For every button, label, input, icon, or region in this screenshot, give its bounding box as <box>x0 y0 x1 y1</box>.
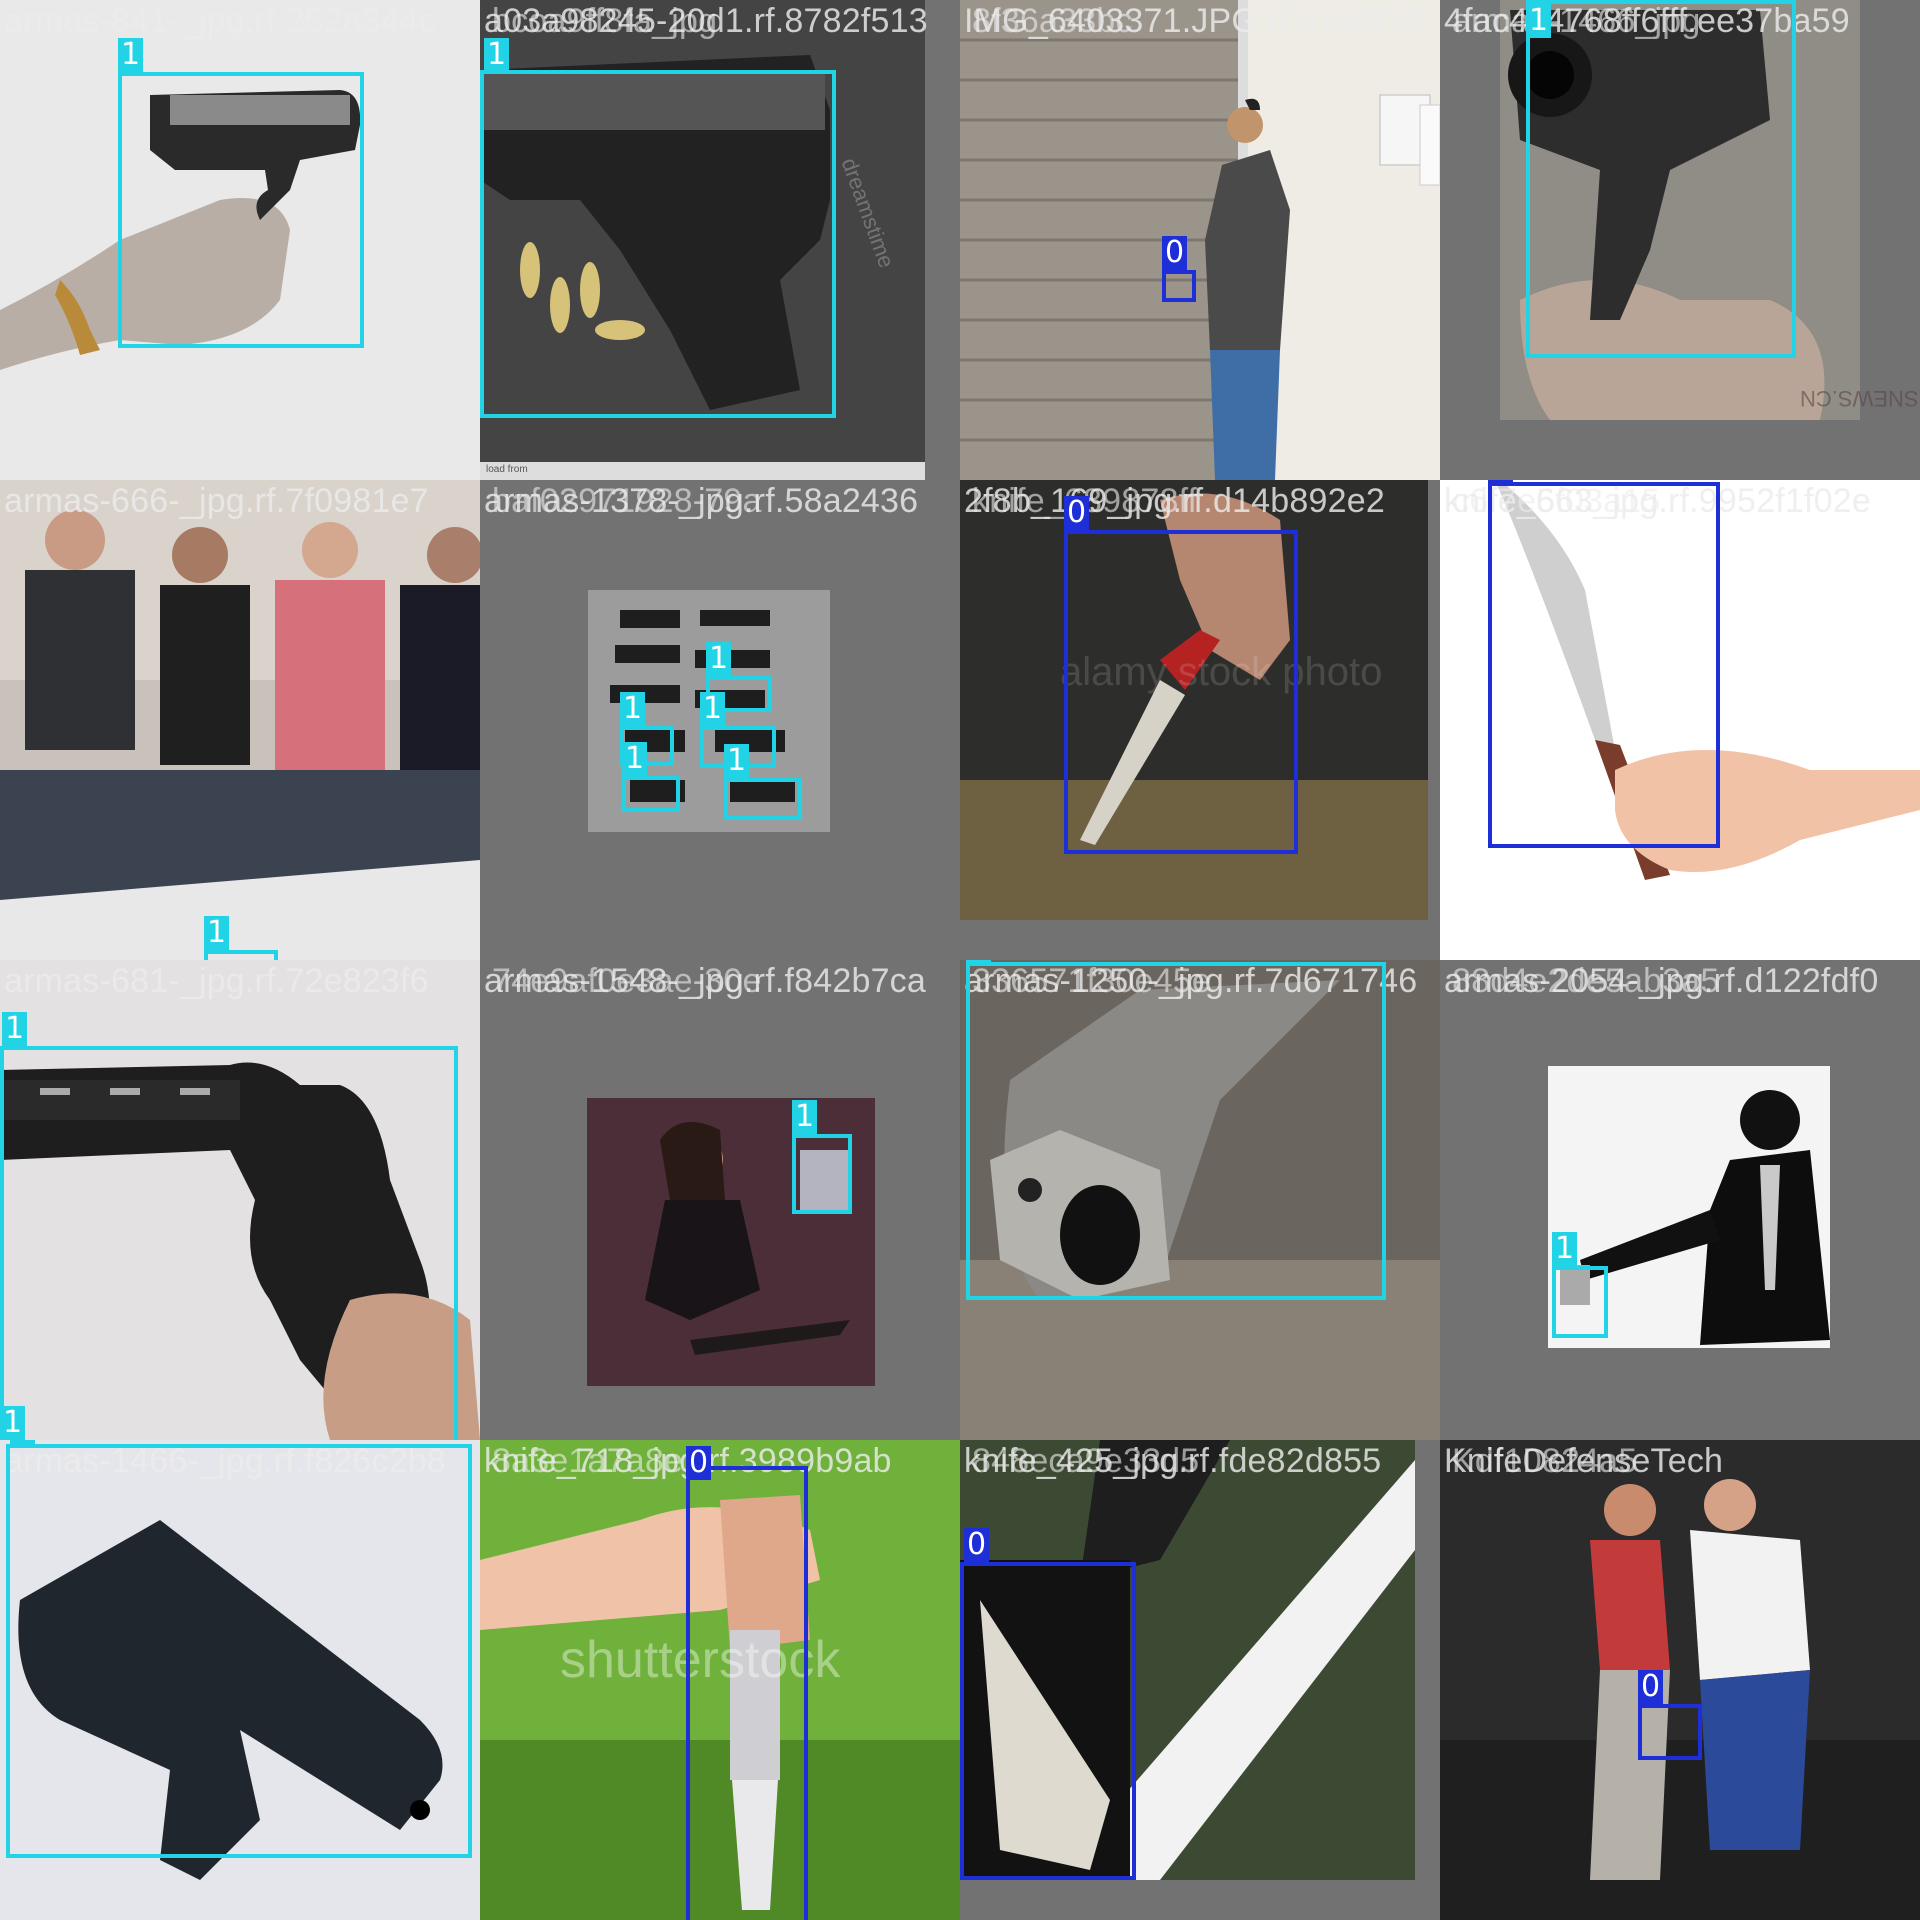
tile-9: armas-681-_jpg.rf.72e823f6 1 <box>0 960 480 1440</box>
tile-filename-overlap: 88d4e2de5ab3a5 <box>1452 962 1720 1000</box>
tile-filename: armas-841-_jpg.rf.252a344c <box>4 2 437 40</box>
tile-filename-overlap: 8f36a33bc <box>972 2 1133 40</box>
detection-box: 0 <box>1638 1670 1702 1760</box>
tile-5: armas-666-_jpg.rf.7f0981e7 1 <box>0 480 480 960</box>
tile-2: a03a98245-20d1.rf.8782f513 bcoa9ff8fa_jp… <box>480 0 960 480</box>
tile-6: armas-1378-_jpg.rf.58a2436 baf02971928-7… <box>480 480 960 960</box>
detection-box: 1 <box>204 916 278 960</box>
class-label: 1 <box>2 1012 28 1046</box>
mosaic-grid: armas-841-_jpg.rf.252a344c 1 a03a98245-2… <box>0 0 1920 1920</box>
detection-box: 1 <box>118 38 364 348</box>
class-label: 1 <box>622 742 648 776</box>
class-label: 0 <box>1488 480 1514 484</box>
tile-14: knife_718_jpg.rf.3989b9ab 8a3e1a7a8e 0 s… <box>480 1440 960 1920</box>
class-label: 1 <box>10 1440 36 1444</box>
class-label: 1 <box>118 38 144 72</box>
detection-box: 1 <box>480 38 836 418</box>
detection-box: 1 <box>1552 1232 1608 1338</box>
tile-filename-overlap: baf02971928-79a <box>492 482 762 520</box>
class-label: 1 <box>966 960 992 964</box>
tile-filename-overlap: bcoa9ff8fa_jpg <box>492 2 718 40</box>
detection-box: 1 <box>6 1440 472 1858</box>
detection-box: 1 <box>966 960 1386 1300</box>
tile-filename-overlap: 74e9af0e3ae-30e <box>492 962 762 1000</box>
class-label: 1 <box>700 692 726 726</box>
tile-filename: armas-681-_jpg.rf.72e823f6 <box>4 962 429 1000</box>
tile-13: armas-1466-_jpg.rf.f826c2b8 1 <box>0 1440 480 1920</box>
watermark: USNEWS.CN <box>1800 386 1920 411</box>
photo-group-officers <box>0 480 480 960</box>
class-label: 0 <box>1064 496 1090 530</box>
tile-filename-overlap: Kdf10824a5 <box>1452 1442 1638 1480</box>
tile-15: knife_425_jpg.rf.fde82d855 848eca9e33d5 … <box>960 1440 1440 1920</box>
class-label: 0 <box>964 1528 990 1562</box>
class-label: 1 <box>724 744 750 778</box>
watermark-footer: load from <box>486 464 528 475</box>
photo-man-knife-door <box>960 0 1440 480</box>
class-label: 1 <box>1552 1232 1578 1266</box>
tile-7: 2f8b_169_jpg.rf.d14b892e2 knife_689878ff… <box>960 480 1440 960</box>
tile-filename-overlap: 848eca9e33d5 <box>972 1442 1200 1480</box>
class-label: 1 <box>1526 4 1552 38</box>
tile-filename: armas-666-_jpg.rf.7f0981e7 <box>4 482 429 520</box>
class-label: 0 <box>1638 1670 1664 1704</box>
class-label: 0 <box>686 1446 712 1480</box>
tile-11: armas-1250-_jpg.rf.7d671746 336571f30e45… <box>960 960 1440 1440</box>
class-label: 1 <box>706 642 732 676</box>
detection-box: 0 <box>960 1528 1136 1880</box>
class-label: 1 <box>620 692 646 726</box>
detection-box: 1 <box>0 1012 458 1440</box>
tile-filename-overlap: 8a3e1a7a8e <box>492 1442 684 1480</box>
detection-box: 0 <box>686 1446 808 1920</box>
class-label: 1 <box>484 38 510 72</box>
detection-box: 1 <box>724 744 802 820</box>
tile-10: armas-1548-_jpg.rf.f842b7ca 74e9af0e3ae-… <box>480 960 960 1440</box>
detection-box: 0 <box>1162 236 1196 302</box>
tile-4: 4fac4c4768ff6fff.ee37ba59 armas-1466_jpg… <box>1440 0 1920 480</box>
tile-8: knife_663_jpg.rf.9952f1f02e c6f7e5f03a15… <box>1440 480 1920 960</box>
tile-12: armas-2054-_jpg.rf.d122fdf0 88d4e2de5ab3… <box>1440 960 1920 1440</box>
tile-1: armas-841-_jpg.rf.252a344c 1 <box>0 0 480 480</box>
tile-3: IMG_6403371.JPG.rf.a7d0f12 8f36a33bc 0 <box>960 0 1440 480</box>
detection-box: 1 <box>1526 0 1796 358</box>
illustration-man-gun <box>1440 960 1920 1440</box>
class-label: 1 <box>0 1406 26 1440</box>
photo-knife-defense <box>1440 1440 1920 1920</box>
class-label: 0 <box>1162 236 1188 270</box>
detection-box: 1 <box>792 1100 852 1214</box>
tile-16: KnifeDefenseTech Kdf10824a5 0 <box>1440 1440 1920 1920</box>
class-label: 1 <box>792 1100 818 1134</box>
photo-woman-revolver <box>480 960 960 1440</box>
detection-box: 0 <box>1064 496 1298 854</box>
detection-box: 1 <box>622 742 680 812</box>
class-label: 1 <box>204 916 230 950</box>
detection-box: 1 <box>0 1406 26 1440</box>
detection-box: 0 <box>1488 480 1720 848</box>
